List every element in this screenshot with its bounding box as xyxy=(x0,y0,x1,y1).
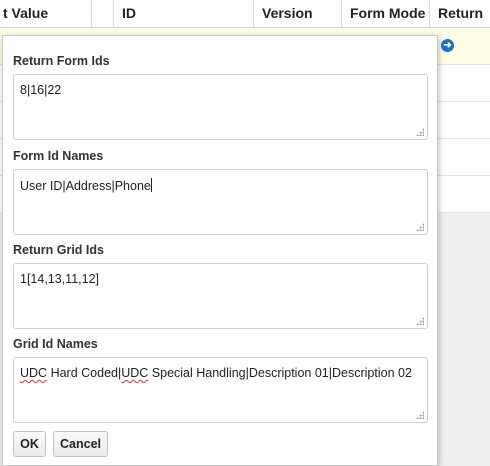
resize-grip-icon[interactable] xyxy=(416,411,424,419)
grid-id-names-part: UDC xyxy=(20,366,48,380)
grid-id-names-part: Hard Coded| xyxy=(47,366,122,380)
return-form-ids-label: Return Form Ids xyxy=(13,54,110,68)
return-form-ids-value: 8|16|22 xyxy=(20,83,62,97)
resize-grip-icon[interactable] xyxy=(416,317,424,325)
text-caret xyxy=(150,178,152,192)
grid-header: t Value ID Version Form Mode Return xyxy=(0,0,490,28)
column-header-blank xyxy=(91,0,113,27)
form-id-names-label: Form Id Names xyxy=(13,149,104,163)
form-id-names-value: User ID|Address|Phone xyxy=(20,179,151,193)
column-header-form-mode[interactable]: Form Mode xyxy=(341,0,429,27)
grid-id-names-part: Special Handling|Description 01|Descript… xyxy=(148,366,412,380)
return-arrow-icon[interactable]: ➜ xyxy=(441,39,454,52)
grid-id-names-field[interactable]: UDC Hard Coded|UDC Special Handling|Desc… xyxy=(13,357,428,423)
grid-id-names-part: UDC xyxy=(121,366,149,380)
column-header-version[interactable]: Version xyxy=(253,0,341,27)
return-grid-ids-value: 1[14,13,11,12] xyxy=(20,272,100,286)
grid-id-names-label: Grid Id Names xyxy=(13,337,98,351)
resize-grip-icon[interactable] xyxy=(416,128,424,136)
ok-button[interactable]: OK xyxy=(13,431,46,457)
return-grid-ids-field[interactable]: 1[14,13,11,12] xyxy=(13,263,428,329)
return-form-ids-field[interactable]: 8|16|22 xyxy=(13,74,428,140)
return-ids-dialog: Return Form Ids 8|16|22 Form Id Names Us… xyxy=(2,35,438,466)
column-header-id[interactable]: ID xyxy=(113,0,253,27)
cancel-button[interactable]: Cancel xyxy=(53,431,108,457)
return-grid-ids-label: Return Grid Ids xyxy=(13,243,104,257)
form-id-names-field[interactable]: User ID|Address|Phone xyxy=(13,169,428,235)
column-header-value[interactable]: t Value xyxy=(0,0,91,27)
column-header-return[interactable]: Return xyxy=(429,0,490,27)
resize-grip-icon[interactable] xyxy=(416,223,424,231)
